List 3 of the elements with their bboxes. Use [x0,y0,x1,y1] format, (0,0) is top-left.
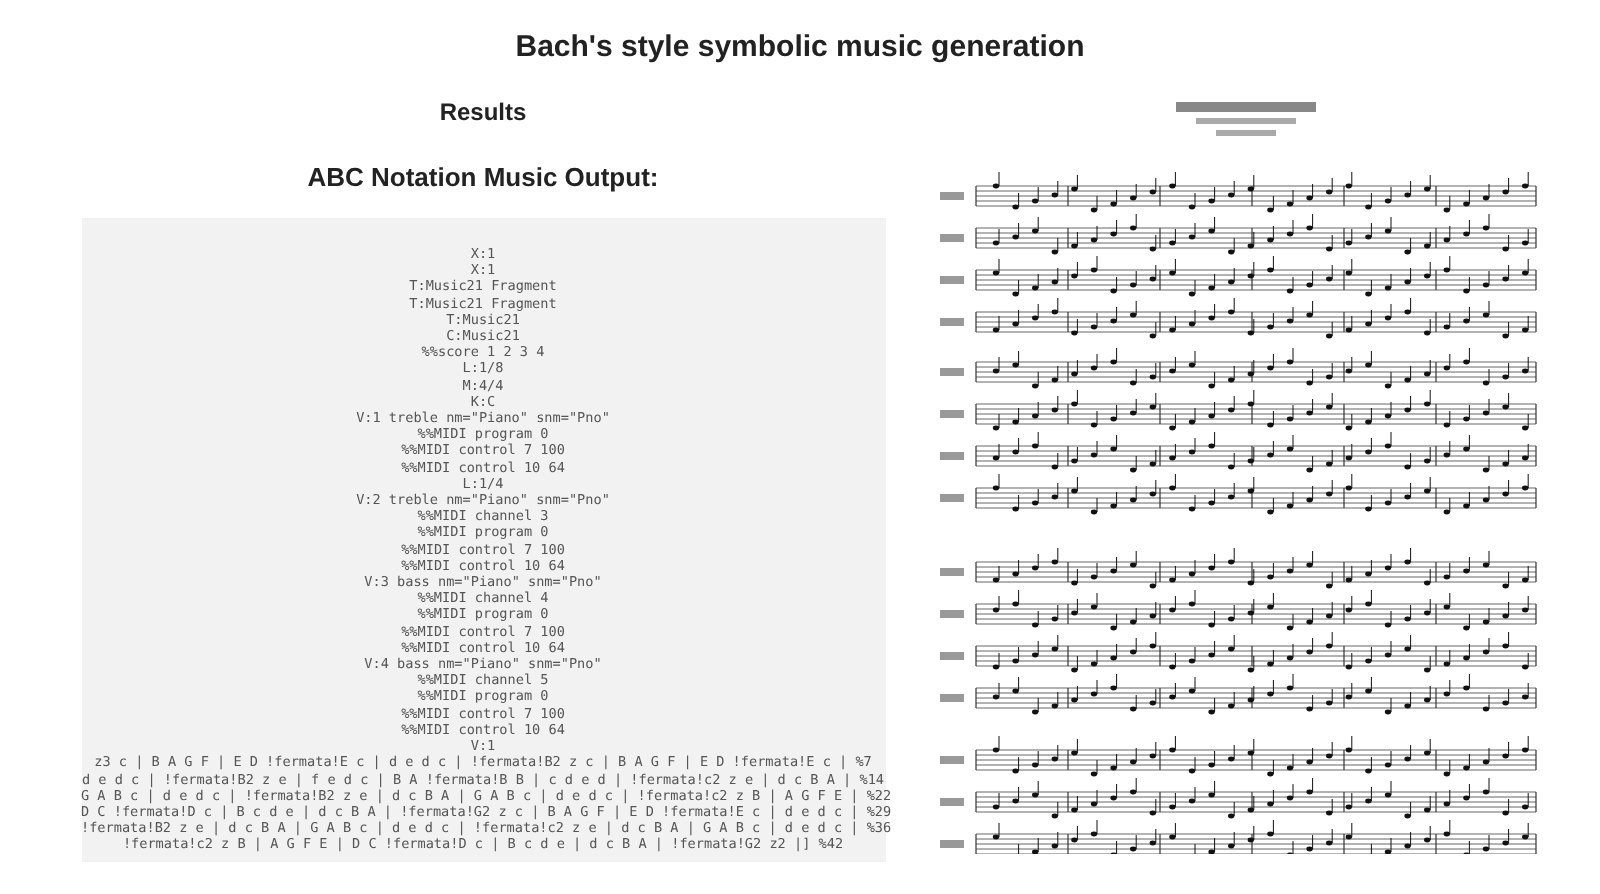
abc-notation-heading: ABC Notation Music Output: [307,162,659,192]
results-heading: Results [439,98,527,126]
page-title: Bach's style symbolic music generation [513,28,1087,68]
